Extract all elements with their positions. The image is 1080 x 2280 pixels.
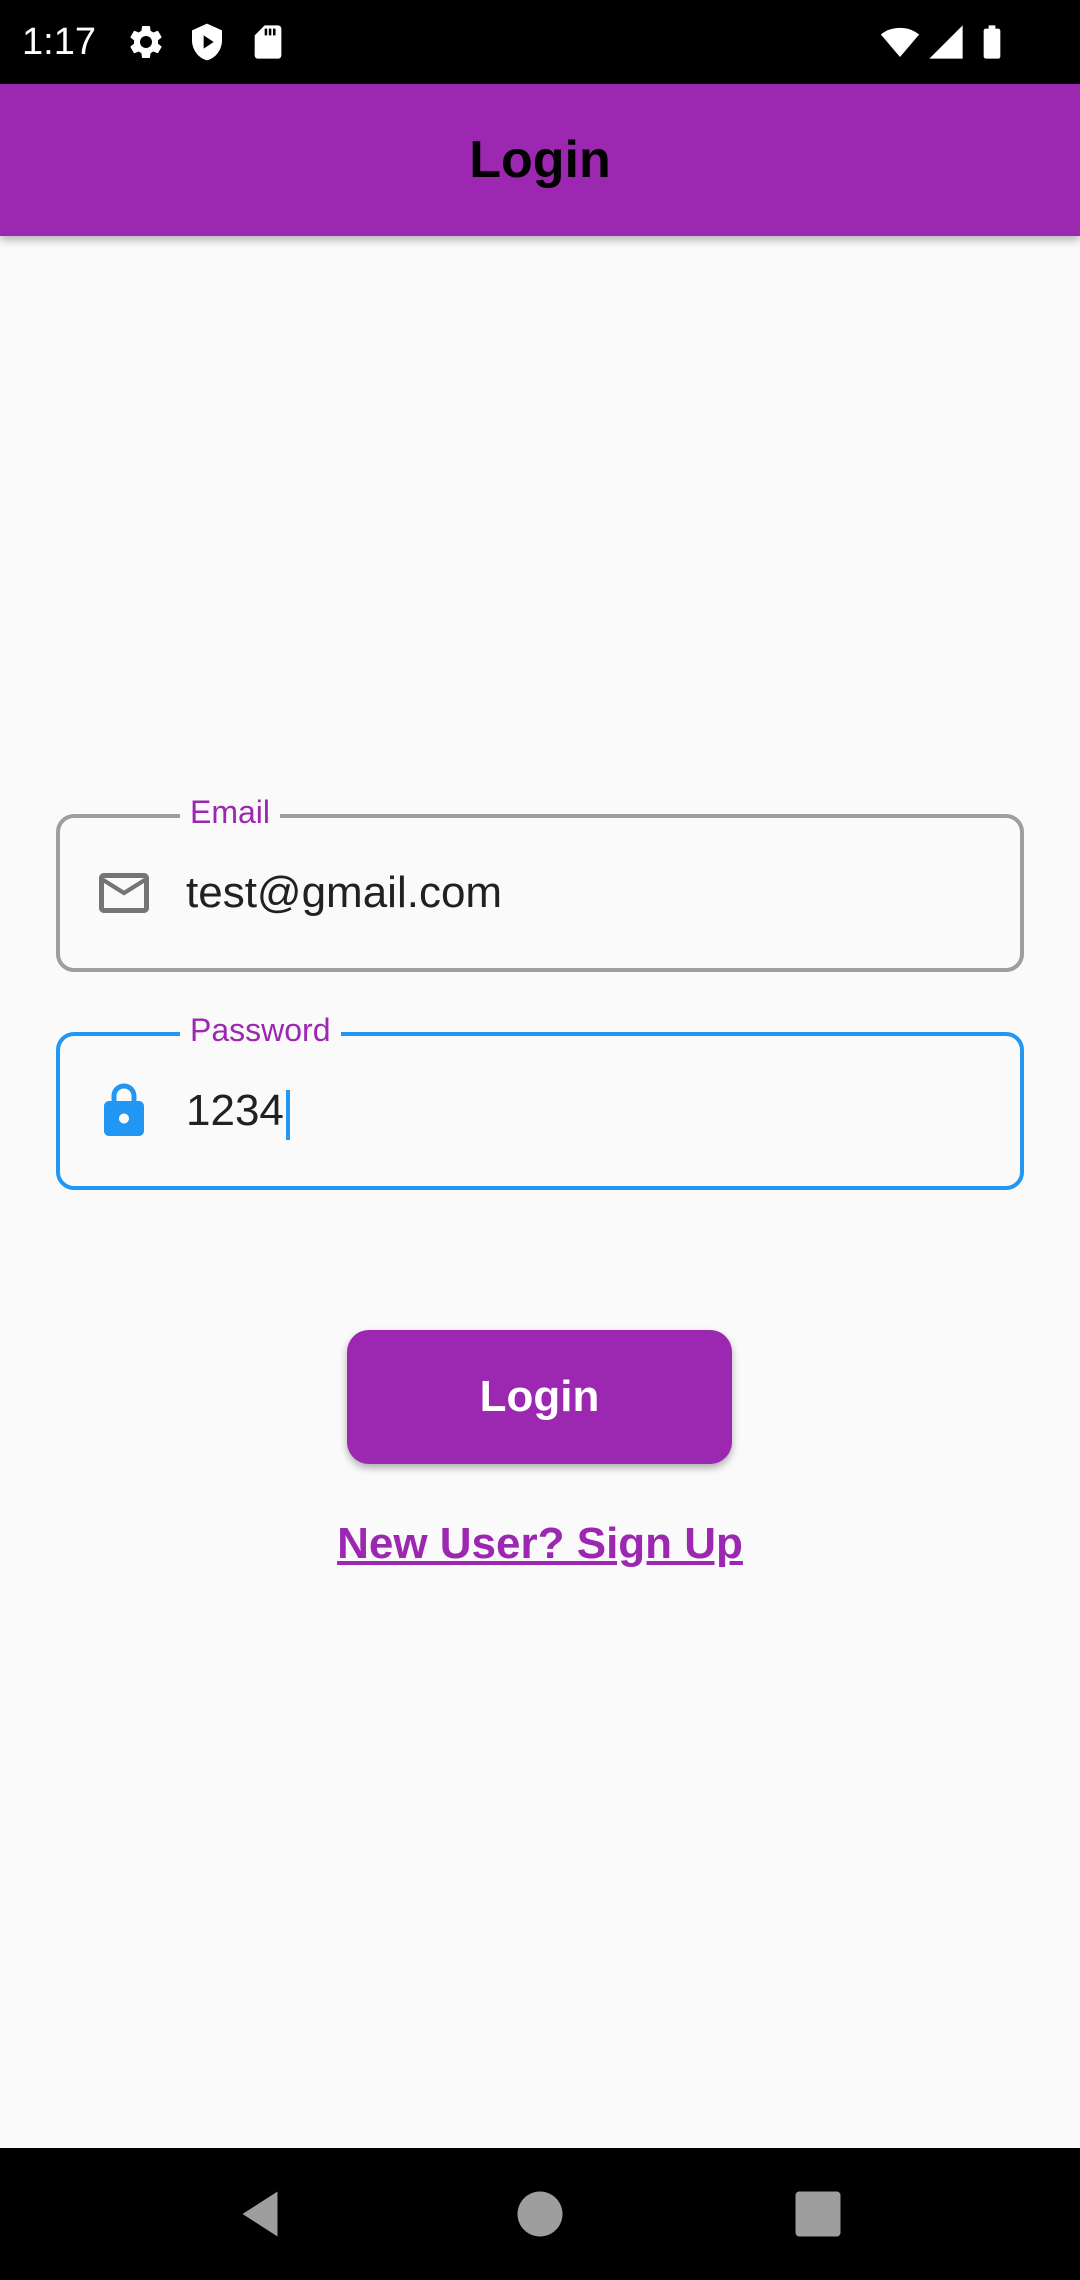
recents-icon[interactable]: [788, 2184, 848, 2244]
sd-card-icon: [254, 25, 282, 59]
signal-icon: [929, 25, 963, 59]
email-label: Email: [180, 790, 281, 834]
app-bar: Login: [0, 84, 1080, 236]
navigation-bar: [0, 2148, 1080, 2280]
status-time: 1:17: [22, 21, 96, 63]
password-label: Password: [180, 1008, 341, 1052]
email-field[interactable]: Email test@gmail.com: [56, 790, 1024, 972]
login-button[interactable]: Login: [347, 1330, 732, 1464]
status-bar: 1:17: [0, 0, 1080, 84]
email-input[interactable]: test@gmail.com: [186, 864, 502, 922]
mail-icon: [99, 873, 149, 913]
page-title: Login: [469, 131, 611, 189]
shield-play-icon: [192, 23, 222, 61]
wifi-icon: [880, 27, 920, 57]
lock-icon: [104, 1083, 144, 1136]
signup-link[interactable]: New User? Sign Up: [0, 1514, 1080, 1574]
home-icon[interactable]: [510, 2184, 570, 2244]
password-field[interactable]: Password 1234: [56, 1008, 1024, 1190]
password-input[interactable]: 1234: [186, 1082, 284, 1140]
text-cursor: [286, 1090, 290, 1140]
back-icon[interactable]: [230, 2184, 290, 2244]
battery-icon: [983, 25, 1001, 59]
settings-icon: [130, 25, 162, 58]
